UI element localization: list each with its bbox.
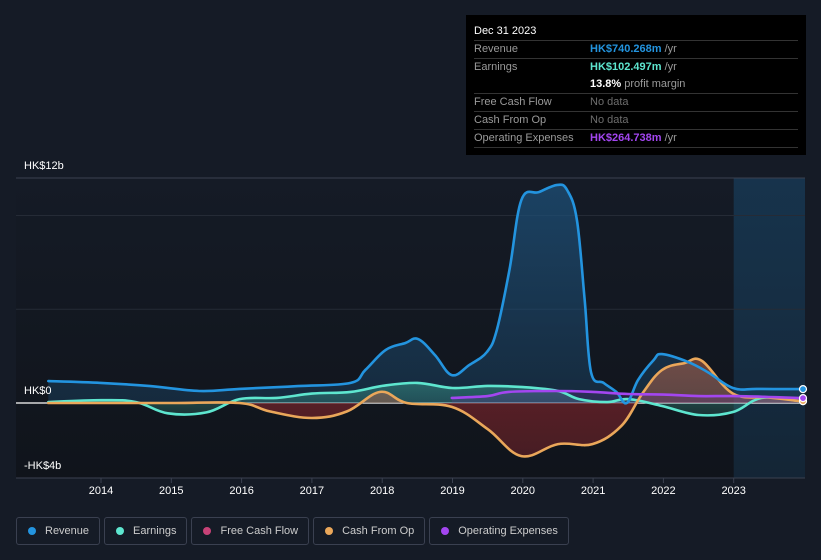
tooltip-row: 13.8% profit margin: [474, 76, 798, 94]
x-tick-label: 2014: [88, 485, 114, 497]
x-tick-label: 2021: [580, 485, 606, 497]
legend-item-operating-expenses[interactable]: Operating Expenses: [429, 517, 569, 545]
legend-item-free-cash-flow[interactable]: Free Cash Flow: [191, 517, 310, 545]
x-tick-label: 2019: [440, 485, 465, 497]
legend-item-revenue[interactable]: Revenue: [16, 517, 101, 545]
tooltip-row: Cash From Op No data: [474, 112, 798, 130]
tooltip-row-label: Cash From Op: [474, 114, 547, 126]
past-year-highlight: [733, 178, 805, 478]
legend-label: Operating Expenses: [458, 525, 558, 537]
x-tick-label: 2016: [229, 485, 254, 497]
legend: Revenue Earnings Free Cash Flow Cash From O…: [16, 517, 569, 545]
legend-dot-icon: [116, 527, 125, 535]
x-tick-label: 2017: [299, 485, 325, 497]
legend-item-earnings[interactable]: Earnings: [104, 517, 188, 545]
y-tick-label-bottom: -HK$4b: [24, 460, 62, 472]
legend-dot-icon: [441, 527, 450, 535]
x-tick-label: 2022: [651, 485, 676, 497]
tooltip-row: Revenue HK$740.268m /yr: [474, 41, 798, 59]
y-tick-label-top: HK$12b: [24, 160, 64, 172]
revenue-endpoint: [798, 385, 808, 394]
tooltip-row-value: No data: [590, 96, 629, 108]
tooltip-row-label: Free Cash Flow: [474, 96, 552, 108]
tooltip-row-value: HK$740.268m /yr: [590, 43, 677, 55]
tooltip-row: Earnings HK$102.497m /yr: [474, 59, 798, 76]
tooltip: Dec 31 2023 Revenue HK$740.268m /yr Earnin…: [466, 15, 806, 155]
x-tick-label: 2020: [510, 485, 536, 497]
tooltip-row-value: 13.8% profit margin: [590, 78, 686, 90]
legend-dot-icon: [28, 527, 36, 535]
y-tick-label-zero: HK$0: [24, 385, 52, 397]
tooltip-row-value: HK$102.497m /yr: [590, 61, 677, 73]
tooltip-row-value: No data: [590, 114, 629, 126]
tooltip-row-value: HK$264.738m /yr: [590, 132, 677, 144]
tooltip-row-label: Revenue: [474, 43, 519, 55]
legend-label: Earnings: [133, 525, 177, 537]
legend-item-cash-from-op[interactable]: Cash From Op: [313, 517, 426, 545]
x-tick-label: 2023: [721, 485, 746, 497]
tooltip-row: Operating Expenses HK$264.738m /yr: [474, 130, 798, 148]
tooltip-date: Dec 31 2023: [474, 23, 798, 41]
legend-dot-icon: [203, 527, 212, 535]
tooltip-row-label: Earnings: [474, 61, 518, 73]
x-tick-label: 2015: [159, 485, 184, 497]
plot-background: [16, 178, 805, 478]
tooltip-row-label: [474, 76, 590, 93]
legend-dot-icon: [325, 527, 334, 535]
x-tick-label: 2018: [369, 485, 395, 497]
operating-expenses-endpoint: [798, 394, 808, 403]
legend-label: Revenue: [45, 525, 90, 537]
tooltip-row: Free Cash Flow No data: [474, 94, 798, 112]
legend-label: Free Cash Flow: [220, 525, 299, 537]
legend-label: Cash From Op: [342, 525, 415, 537]
tooltip-row-label: Operating Expenses: [474, 132, 574, 144]
